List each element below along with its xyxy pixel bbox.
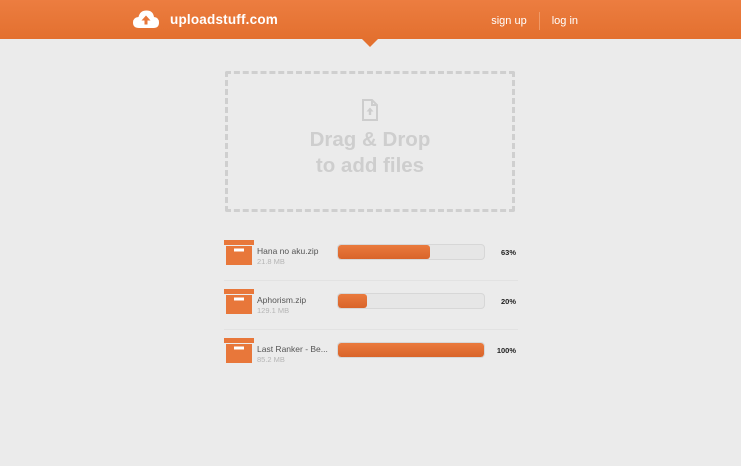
top-nav: sign up log in xyxy=(491,12,578,30)
upload-item: Last Ranker - Be... 85.2 MB 100% xyxy=(224,330,518,379)
progress-bar xyxy=(337,293,485,309)
file-size: 129.1 MB xyxy=(257,306,290,315)
progress-percent: 63% xyxy=(500,248,516,257)
progress-bar xyxy=(337,244,485,260)
progress-bar xyxy=(337,342,485,358)
upload-item: Aphorism.zip 129.1 MB 20% xyxy=(224,281,518,330)
brand-link[interactable]: uploadstuff.com xyxy=(132,8,278,30)
progress-fill xyxy=(338,343,484,357)
brand-name: uploadstuff.com xyxy=(170,11,278,27)
file-name: Last Ranker - Be... xyxy=(257,344,328,354)
drop-zone-text: Drag & Drop to add files xyxy=(310,127,431,179)
upload-item: Hana no aku.zip 21.8 MB 63% xyxy=(224,232,518,281)
progress-fill xyxy=(338,294,368,308)
progress-fill xyxy=(338,245,430,259)
box-icon xyxy=(224,289,254,314)
upload-list: Hana no aku.zip 21.8 MB 63% Aphorism.zip… xyxy=(224,232,518,379)
drop-zone[interactable]: Drag & Drop to add files xyxy=(225,71,515,212)
sign-up-link[interactable]: sign up xyxy=(491,15,526,27)
nav-divider xyxy=(538,12,540,30)
header-notch xyxy=(362,39,378,47)
progress-percent: 100% xyxy=(496,346,516,355)
box-icon xyxy=(224,240,254,265)
file-size: 21.8 MB xyxy=(257,257,285,266)
drop-zone-line1: Drag & Drop xyxy=(309,128,431,151)
file-size: 85.2 MB xyxy=(257,355,285,364)
file-name: Aphorism.zip xyxy=(257,295,307,305)
file-add-icon xyxy=(362,99,378,121)
file-name: Hana no aku.zip xyxy=(257,246,319,256)
header-bar: uploadstuff.com sign up log in xyxy=(0,0,741,39)
progress-percent: 20% xyxy=(500,297,516,306)
log-in-link[interactable]: log in xyxy=(552,15,578,27)
drop-zone-line2: to add files xyxy=(315,154,425,177)
box-icon xyxy=(224,338,254,363)
cloud-upload-icon xyxy=(133,10,159,28)
